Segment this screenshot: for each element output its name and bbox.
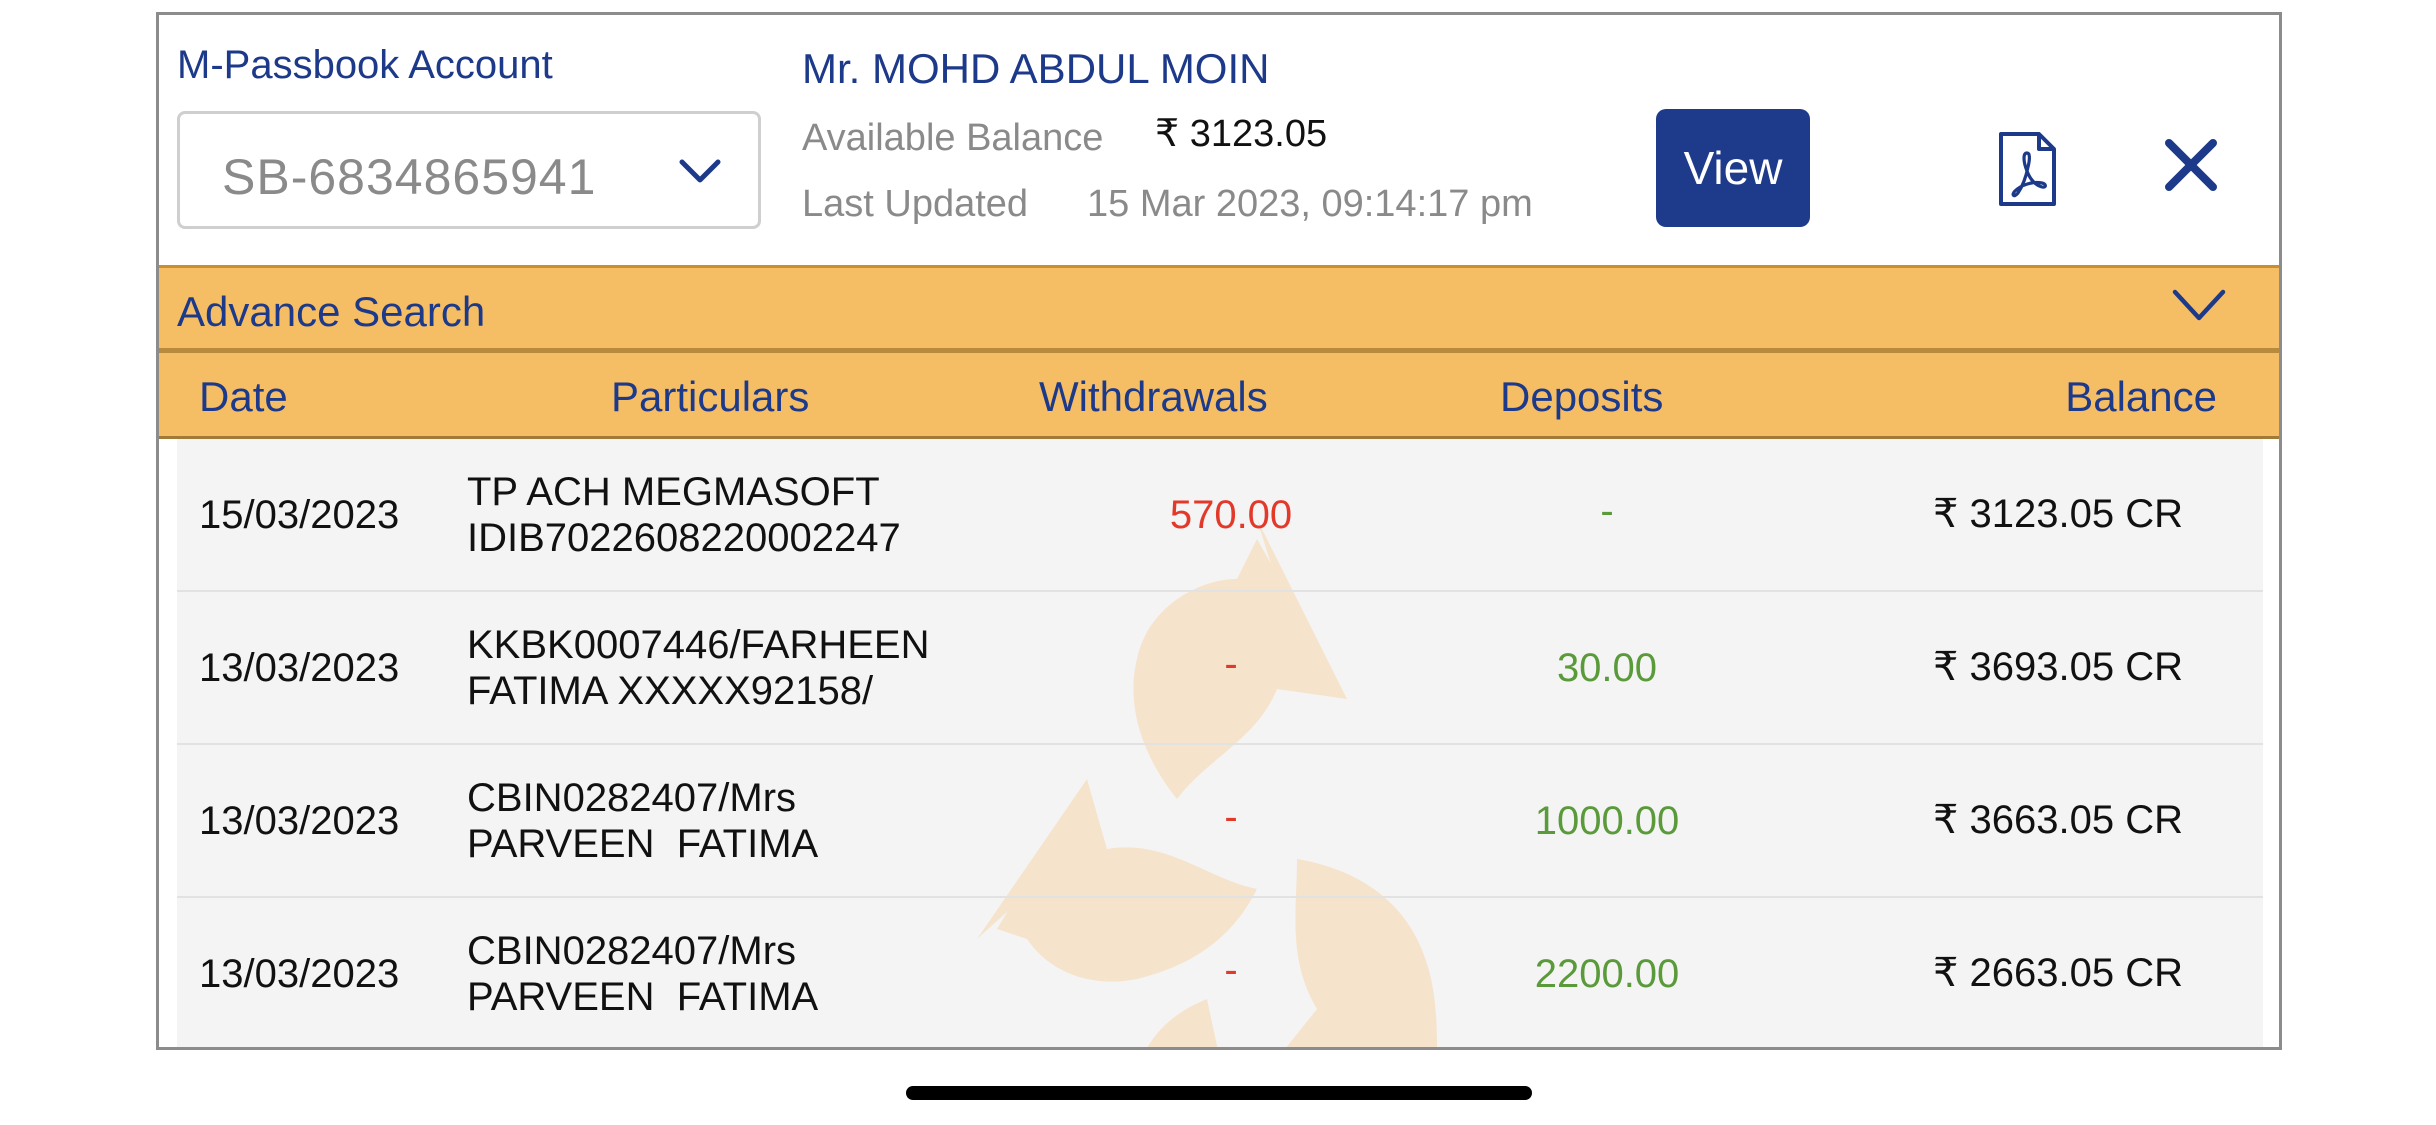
account-label: M-Passbook Account xyxy=(177,43,553,87)
row-particulars: KKBK0007446/FARHEEN FATIMA XXXXX92158/ xyxy=(467,623,930,713)
column-header-balance: Balance xyxy=(2065,373,2217,420)
row-deposit: - xyxy=(1600,489,1614,533)
row-withdrawal: 570.00 xyxy=(1169,493,1293,537)
row-withdrawal: - xyxy=(1224,642,1238,686)
row-balance: ₹ 2663.05 CR xyxy=(1932,951,2183,995)
last-updated-label: Last Updated xyxy=(802,183,1029,225)
table-header: Date Particulars Withdrawals Deposits Ba… xyxy=(159,353,2279,439)
row-date: 13/03/2023 xyxy=(199,952,400,996)
row-balance: ₹ 3123.05 CR xyxy=(1932,492,2183,536)
row-particulars: TP ACH MEGMASOFT IDIB7022608220002247 xyxy=(467,470,901,560)
row-particulars: CBIN0282407/Mrs PARVEEN FATIMA xyxy=(467,776,819,866)
account-select-value: SB-6834865941 xyxy=(222,149,597,205)
passbook-header: M-Passbook Account SB-6834865941 Mr. MOH… xyxy=(159,15,2279,265)
column-header-deposits: Deposits xyxy=(1500,373,1664,420)
row-date: 15/03/2023 xyxy=(199,493,400,537)
row-particulars: CBIN0282407/Mrs PARVEEN FATIMA xyxy=(467,929,819,1019)
last-updated-value: 15 Mar 2023, 09:14:17 pm xyxy=(1087,183,1533,225)
view-button[interactable]: View xyxy=(1656,109,1810,227)
column-header-withdrawals: Withdrawals xyxy=(1039,373,1268,420)
advance-search-label: Advance Search xyxy=(177,288,486,335)
row-withdrawal: - xyxy=(1224,948,1238,992)
table-row[interactable]: 13/03/2023 KKBK0007446/FARHEEN FATIMA XX… xyxy=(177,592,2263,745)
table-row[interactable]: 13/03/2023 CBIN0282407/Mrs PARVEEN FATIM… xyxy=(177,745,2263,898)
row-balance: ₹ 3663.05 CR xyxy=(1932,798,2183,842)
account-select[interactable]: SB-6834865941 xyxy=(177,111,761,229)
table-row[interactable]: 15/03/2023 TP ACH MEGMASOFT IDIB70226082… xyxy=(177,439,2263,592)
available-balance-label: Available Balance xyxy=(802,117,1104,159)
column-header-date: Date xyxy=(199,373,288,420)
transactions-table[interactable]: 15/03/2023 TP ACH MEGMASOFT IDIB70226082… xyxy=(177,439,2263,1047)
row-withdrawal: - xyxy=(1224,795,1238,839)
chevron-down-icon xyxy=(679,159,721,183)
customer-name: Mr. MOHD ABDUL MOIN xyxy=(802,45,1270,92)
table-row[interactable]: 13/03/2023 CBIN0282407/Mrs PARVEEN FATIM… xyxy=(177,898,2263,1047)
available-balance-value: ₹ 3123.05 xyxy=(1155,113,1328,155)
row-date: 13/03/2023 xyxy=(199,646,400,690)
advance-search-toggle[interactable]: Advance Search xyxy=(159,265,2279,353)
row-deposit: 30.00 xyxy=(1556,646,1658,690)
column-header-particulars: Particulars xyxy=(611,373,810,420)
row-balance: ₹ 3693.05 CR xyxy=(1932,645,2183,689)
row-date: 13/03/2023 xyxy=(199,799,400,843)
row-deposit: 2200.00 xyxy=(1534,952,1680,996)
home-indicator[interactable] xyxy=(906,1086,1532,1100)
chevron-down-icon xyxy=(2172,289,2226,321)
passbook-panel: M-Passbook Account SB-6834865941 Mr. MOH… xyxy=(156,12,2282,1050)
pdf-icon[interactable] xyxy=(1997,131,2057,207)
row-deposit: 1000.00 xyxy=(1534,799,1680,843)
close-icon[interactable] xyxy=(2163,137,2219,193)
